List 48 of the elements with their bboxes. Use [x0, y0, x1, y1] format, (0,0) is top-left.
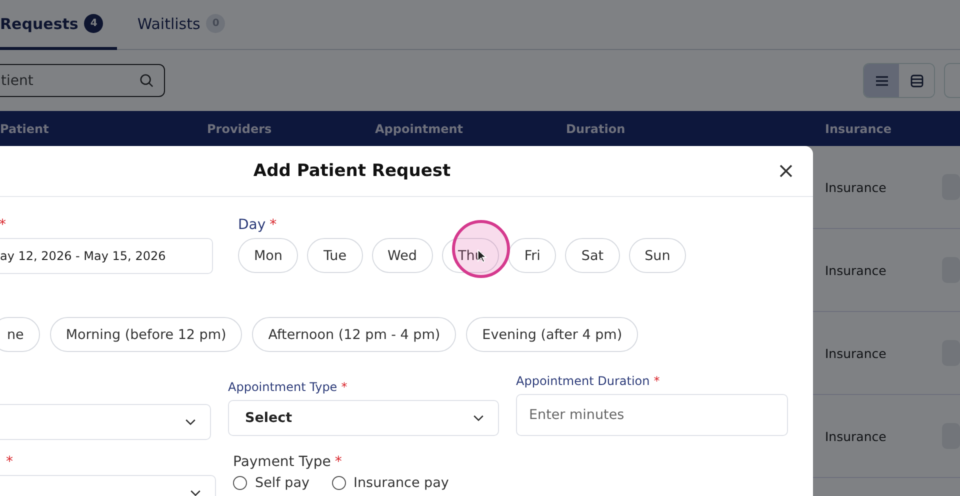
- count-badge: 4: [84, 14, 104, 33]
- radio-label: Self pay: [255, 475, 310, 491]
- chevron-icon: [190, 490, 201, 496]
- chevron-icon: [185, 418, 196, 426]
- tab[interactable]: Requests 4: [0, 0, 118, 50]
- table-cell-text: Insurance: [825, 180, 888, 194]
- field-label: Payment Type: [233, 454, 331, 470]
- close-icon: [779, 164, 793, 178]
- required-mark: *: [270, 217, 277, 233]
- column-header: Insurance: [825, 122, 893, 136]
- column-header: Appointment: [375, 122, 464, 136]
- column-header: Patient: [0, 122, 50, 136]
- date-range-field[interactable]: ay 12, 2026 - May 15, 2026: [0, 238, 213, 274]
- field-label: Appointment Duration: [516, 374, 650, 388]
- chevron-icon: [473, 414, 484, 422]
- day-chip[interactable]: Sat: [565, 238, 620, 273]
- day-chip[interactable]: Wed: [372, 238, 433, 273]
- table-cell-text: Insurance: [825, 428, 888, 444]
- search-field[interactable]: tient: [0, 64, 165, 97]
- select-field[interactable]: Select: [228, 400, 499, 436]
- day-chip[interactable]: Fri: [508, 238, 556, 273]
- table-cell-text: Insurance: [825, 262, 888, 278]
- time-chip[interactable]: ne: [0, 317, 40, 352]
- table-icon: [908, 72, 924, 88]
- day-chip[interactable]: Mon: [238, 238, 298, 273]
- input-field[interactable]: Enter minutes: [516, 394, 788, 436]
- close-button[interactable]: [779, 164, 793, 178]
- select-field[interactable]: [0, 404, 211, 440]
- radio-button[interactable]: [233, 476, 247, 490]
- time-chip[interactable]: Morning (before 12 pm): [50, 317, 242, 352]
- list-view-button[interactable]: [864, 64, 899, 97]
- required-mark: *: [654, 374, 660, 388]
- required-mark: *: [334, 454, 342, 470]
- dialog-title: Add Patient Request: [253, 161, 451, 181]
- column-header: Duration: [566, 122, 626, 136]
- field-label: Day: [238, 217, 266, 233]
- search-icon: [139, 73, 154, 88]
- radio-button[interactable]: [332, 476, 346, 490]
- day-chip[interactable]: Tue: [307, 238, 363, 273]
- time-chip[interactable]: Evening (after 4 pm): [466, 317, 638, 352]
- column-header: Providers: [207, 122, 273, 136]
- radio-label: Insurance pay: [354, 475, 449, 491]
- required-mark: *: [341, 380, 348, 394]
- table-cell-text: Insurance: [825, 346, 888, 360]
- time-chip[interactable]: Afternoon (12 pm - 4 pm): [252, 317, 456, 352]
- field-label: Appointment Type: [228, 380, 338, 394]
- required-mark: *: [6, 454, 13, 470]
- day-chip[interactable]: Sun: [628, 238, 686, 273]
